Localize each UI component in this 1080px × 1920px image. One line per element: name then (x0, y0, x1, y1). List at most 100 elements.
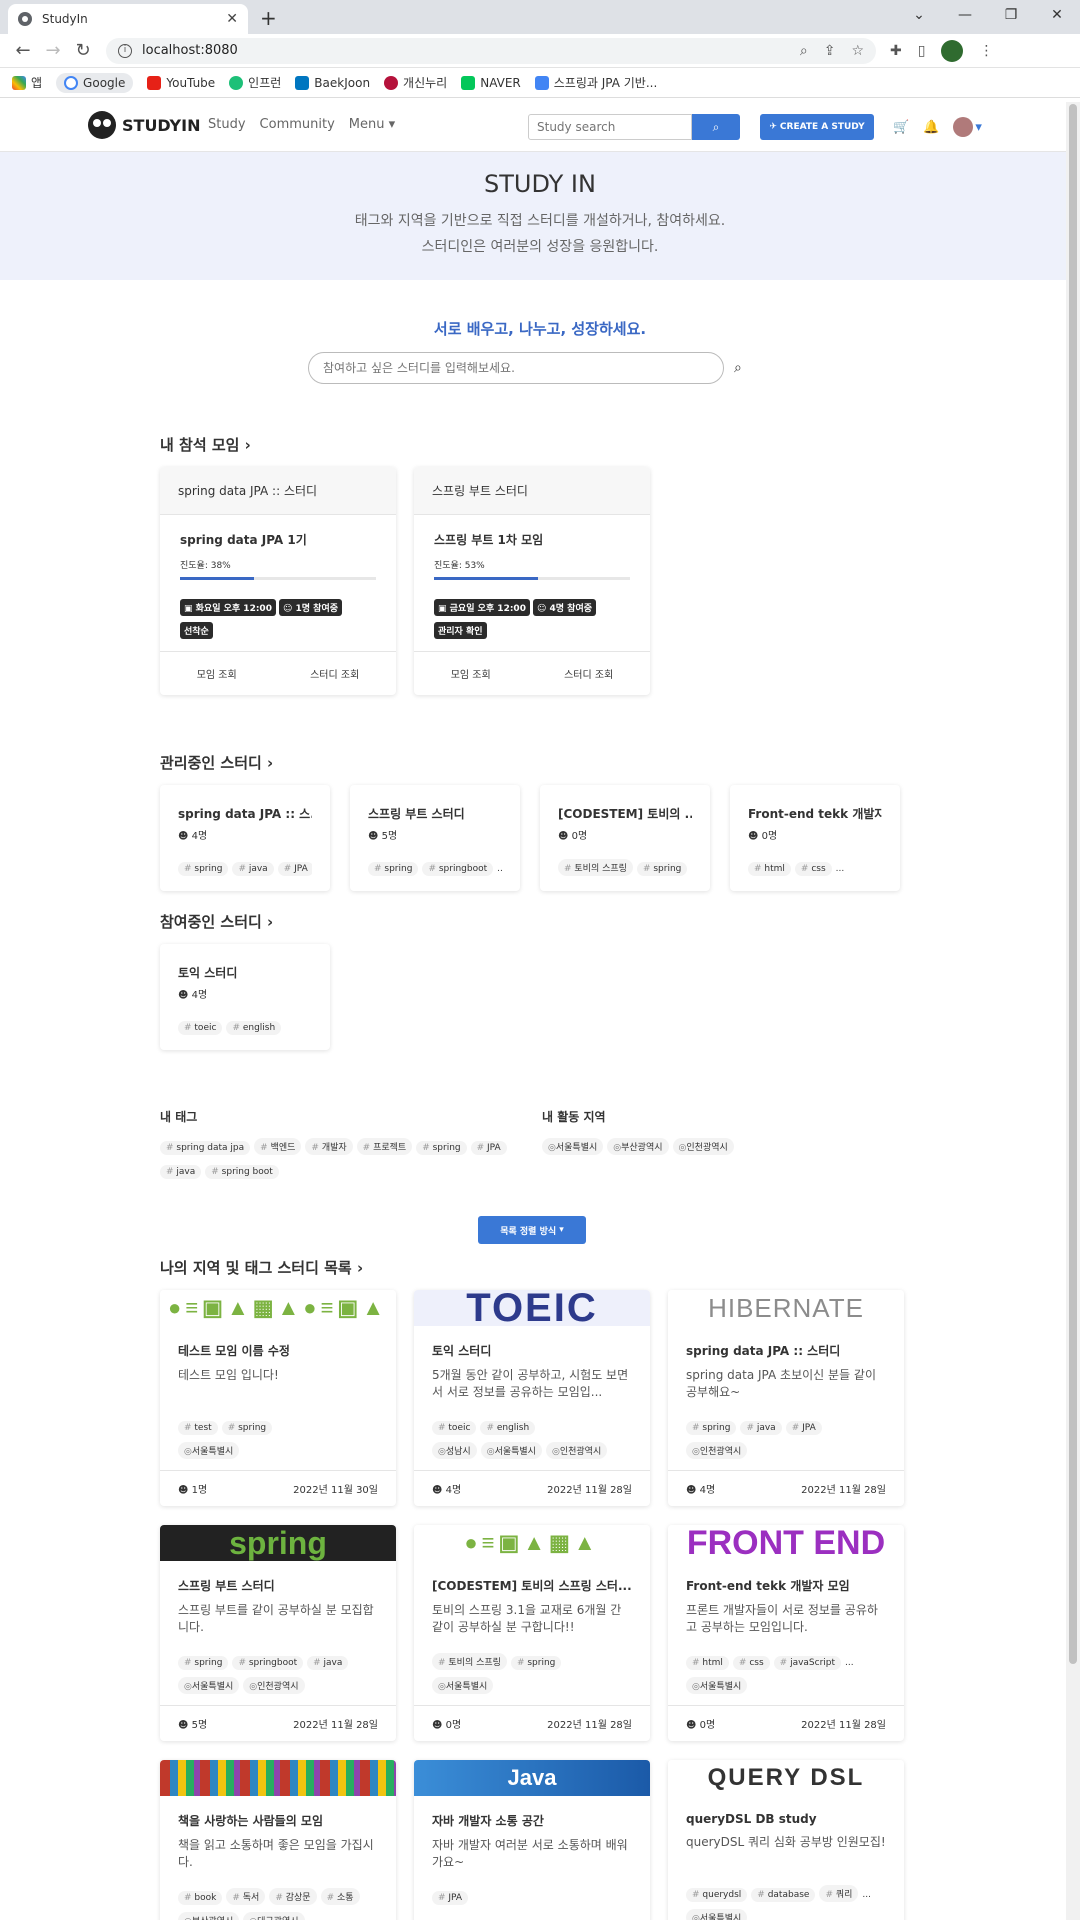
view-meeting-button[interactable]: 모임 조회 (451, 666, 491, 681)
study-mini-card[interactable]: 스프링 부트 스터디 ☻ 5명 springspringboot... (350, 785, 520, 891)
new-tab-button[interactable]: + (260, 6, 277, 30)
tag-chip[interactable]: spring (686, 1421, 737, 1435)
chevron-down-icon[interactable]: ⌄ (896, 0, 942, 30)
study-title[interactable]: 스프링 부트 스터디 (178, 1577, 378, 1594)
page-scrollbar[interactable] (1066, 102, 1080, 1920)
scrollbar-thumb[interactable] (1069, 104, 1077, 1664)
profile-avatar[interactable] (941, 39, 964, 62)
study-title[interactable]: [CODESTEM] 토비의 스프링 스터... (432, 1577, 632, 1594)
study-title[interactable]: Front-end tekk 개발자... (748, 805, 882, 822)
minimize-icon[interactable]: — (942, 0, 988, 30)
view-meeting-button[interactable]: 모임 조회 (197, 666, 237, 681)
study-card[interactable]: FRONT END Front-end tekk 개발자 모임 프론트 개발자들이 … (668, 1525, 904, 1741)
tag-chip[interactable]: 독서 (226, 1888, 266, 1905)
tag-chip[interactable]: 프로젝트 (356, 1138, 413, 1155)
zone-chip[interactable]: 인천광역시 (686, 1442, 748, 1459)
study-title[interactable]: 토익 스터디 (178, 964, 312, 981)
my-meetings-title[interactable]: 내 참석 모임 › (160, 434, 251, 455)
zone-chip[interactable]: 인천광역시 (545, 1442, 608, 1459)
view-study-button[interactable]: 스터디 조회 (564, 666, 613, 681)
zone-chip[interactable]: 인천광역시 (672, 1138, 734, 1155)
tag-chip[interactable]: 백엔드 (254, 1138, 302, 1155)
bookmark-inflearn[interactable]: 인프런 (229, 74, 281, 91)
study-card[interactable]: spring 스프링 부트 스터디 스프링 부트를 같이 공부하실 분 모집합니다.… (160, 1525, 396, 1741)
zone-chip[interactable]: 서울특별시 (686, 1909, 748, 1920)
study-card[interactable]: ●≡▣▲▦▲ [CODESTEM] 토비의 스프링 스터... 토비의 스프링 3.… (414, 1525, 650, 1741)
tag-chip[interactable]: 토비의 스프링 (558, 859, 633, 876)
study-title[interactable]: spring data JPA :: 스... (178, 805, 312, 822)
info-icon[interactable]: i (118, 43, 132, 58)
study-title[interactable]: spring data JPA :: 스터디 (686, 1342, 886, 1359)
bookmark-baekjoon[interactable]: BaekJoon (295, 75, 370, 90)
star-icon[interactable]: ☆ (851, 43, 864, 59)
tag-chip[interactable]: javaScript (773, 1656, 842, 1670)
study-title[interactable]: 책을 사랑하는 사람들의 모임 (178, 1812, 378, 1829)
study-title[interactable]: 토익 스터디 (432, 1342, 632, 1359)
nav-search-button[interactable]: ⌕ (692, 114, 740, 140)
tag-chip[interactable]: 쿼리 (819, 1885, 859, 1902)
zone-chip[interactable]: 서울특별시 (432, 1677, 494, 1694)
tag-chip[interactable]: database (751, 1888, 816, 1902)
managing-title[interactable]: 관리중인 스터디 › (160, 752, 273, 773)
main-search-input[interactable] (308, 352, 724, 384)
study-card[interactable]: ●≡▣▲▦▲●≡▣▲ 테스트 모임 이름 수정테스트 모임 입니다! testspr… (160, 1290, 396, 1506)
tag-chip[interactable]: spring (178, 1656, 229, 1670)
tag-chip[interactable]: book (178, 1891, 223, 1905)
more-menu-icon[interactable]: ⋮ (979, 43, 993, 59)
tag-chip[interactable]: 개발자 (305, 1138, 353, 1155)
tag-chip[interactable]: 소통 (320, 1888, 360, 1905)
tag-chip[interactable]: css (732, 1656, 770, 1670)
zone-chip[interactable]: 서울특별시 (542, 1138, 604, 1155)
study-mini-card[interactable]: 토익 스터디 ☻ 4명 toeicenglish (160, 944, 330, 1050)
tag-chip[interactable]: english (226, 1021, 282, 1035)
tag-chip[interactable]: springboot (232, 1656, 304, 1670)
zone-chip[interactable]: 서울특별시 (178, 1442, 240, 1459)
tag-chip[interactable]: JPA (277, 862, 312, 876)
study-mini-card[interactable]: [CODESTEM] 토비의 ... ☻ 0명토비의 스프링spring (540, 785, 710, 891)
user-menu[interactable]: ▾ (953, 117, 982, 137)
zone-chip[interactable]: 부산광역시 (607, 1138, 669, 1155)
close-window-icon[interactable]: ✕ (1034, 0, 1080, 30)
study-title[interactable]: 스프링 부트 스터디 (368, 805, 502, 822)
study-title[interactable]: Front-end tekk 개발자 모임 (686, 1577, 886, 1594)
tag-chip[interactable]: springboot (422, 862, 494, 876)
tag-chip[interactable]: spring (510, 1656, 562, 1670)
tag-chip[interactable]: english (480, 1421, 536, 1435)
study-mini-card[interactable]: spring data JPA :: 스...☻ 4명springjavaJPA (160, 785, 330, 891)
nav-community-link[interactable]: Community (260, 117, 335, 132)
tag-chip[interactable]: toeic (432, 1421, 477, 1435)
tag-chip[interactable]: querydsl (686, 1888, 748, 1902)
bookmark-apps[interactable]: 앱 (12, 74, 42, 91)
bookmark-gaesin[interactable]: 개신누리 (384, 74, 447, 91)
tag-chip[interactable]: spring (416, 1141, 467, 1155)
tag-chip[interactable]: html (748, 862, 791, 876)
cart-icon[interactable]: 🛒 (893, 120, 909, 135)
forward-icon[interactable]: → (38, 40, 68, 61)
search-icon[interactable]: ⌕ (734, 360, 742, 376)
tag-chip[interactable]: java (307, 1656, 349, 1670)
zone-chip[interactable]: 성남시 (432, 1442, 477, 1459)
study-title[interactable]: 테스트 모임 이름 수정 (178, 1342, 378, 1359)
tag-chip[interactable]: spring data jpa (160, 1141, 251, 1155)
study-card[interactable]: TOEIC 토익 스터디 5개월 동안 같이 공부하고, 시험도 보면서 서로 정보… (414, 1290, 650, 1506)
bookmark-google[interactable]: Google (56, 72, 134, 93)
tag-chip[interactable]: java (160, 1165, 202, 1179)
bookmark-docs[interactable]: 스프링과 JPA 기반... (534, 74, 657, 91)
back-icon[interactable]: ← (8, 40, 38, 61)
browser-tab[interactable]: StudyIn ✕ (8, 4, 248, 34)
zone-chip[interactable]: 서울특별시 (686, 1677, 748, 1694)
zone-chip[interactable]: 인천광역시 (243, 1677, 305, 1694)
zone-chip[interactable]: 서울특별시 (178, 1677, 240, 1694)
extensions-icon[interactable]: ✚ (890, 43, 902, 59)
study-card[interactable]: HIBERNATE spring data JPA :: 스터디 spring da… (668, 1290, 904, 1506)
tag-chip[interactable]: java (232, 862, 274, 876)
study-card[interactable]: QUERY DSL queryDSL DB study queryDSL 쿼리 심화… (668, 1760, 904, 1920)
sort-dropdown-button[interactable]: 목록 정렬 방식 ▾ (478, 1216, 586, 1244)
bell-icon[interactable]: 🔔 (923, 120, 939, 135)
study-card[interactable]: Java 자바 개발자 소통 공간 자바 개발자 여러분 서로 소통하며 배워가요~… (414, 1760, 650, 1920)
nav-menu-dropdown[interactable]: Menu ▾ (349, 117, 395, 132)
share-icon[interactable]: ⇪ (824, 43, 836, 59)
study-card[interactable]: 책을 사랑하는 사람들의 모임책을 읽고 소통하며 좋은 모임을 가집시다. bo… (160, 1760, 396, 1920)
meeting-study-name[interactable]: spring data JPA :: 스터디 (160, 467, 396, 515)
tag-chip[interactable]: toeic (178, 1021, 223, 1035)
